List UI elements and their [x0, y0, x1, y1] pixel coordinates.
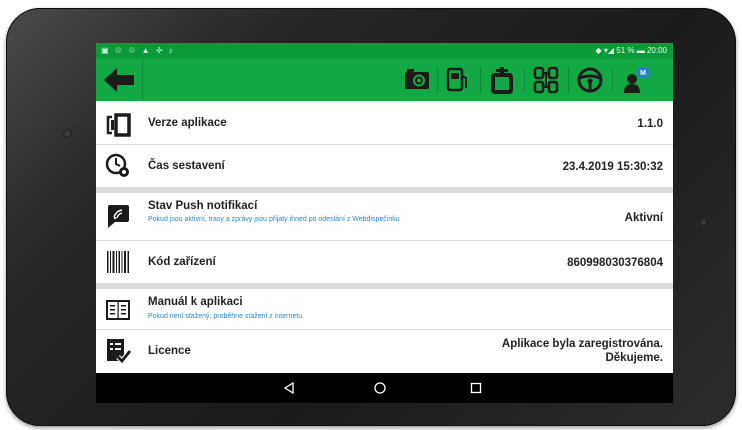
- wifi-icon: ◆ ▾◢: [595, 46, 615, 55]
- row-manual[interactable]: Manuál k aplikaci Pokud není stažený, pr…: [96, 289, 673, 329]
- nav-home-icon[interactable]: [373, 381, 387, 395]
- app-version-icon: [106, 113, 131, 137]
- build-time-value: 23.4.2019 15:30:32: [562, 161, 663, 173]
- licence-label: Licence: [148, 345, 191, 357]
- device-code-value: 860998030376804: [567, 257, 663, 269]
- nav-back-icon[interactable]: [282, 381, 296, 395]
- status-bar: ▣ ♲ ♲ ▲ ✢ ♪ ◆ ▾◢ 51 % ▬ 20:00: [96, 43, 673, 59]
- message-badge: M: [640, 70, 646, 77]
- row-device-code: Kód zařízení 860998030376804: [96, 241, 673, 283]
- manual-label: Manuál k aplikaci: [148, 296, 243, 308]
- nav-recents-icon[interactable]: [469, 381, 483, 395]
- appbar-sep: [437, 67, 438, 93]
- push-status-value: Aktivní: [624, 212, 663, 224]
- build-time-label: Čas sestavení: [148, 160, 225, 172]
- manual-book-icon: [106, 300, 130, 320]
- row-build-time: Čas sestavení 23.4.2019 15:30:32: [96, 145, 673, 187]
- sensor-dot: [701, 220, 706, 225]
- push-status-hint: Pokud jsou aktivní, trasy a zprávy jsou …: [148, 216, 400, 223]
- battery-text: 51 %: [616, 46, 635, 55]
- device-code-label: Kód zařízení: [148, 256, 216, 268]
- app-bar: M: [96, 59, 673, 101]
- camera-dot: [64, 130, 71, 137]
- dispatcher-message-icon[interactable]: M: [622, 66, 650, 94]
- fuel-icon[interactable]: [442, 66, 470, 94]
- appbar-sep: [568, 67, 569, 93]
- screen: ▣ ♲ ♲ ▲ ✢ ♪ ◆ ▾◢ 51 % ▬ 20:00 M Verze ap…: [96, 43, 673, 403]
- row-push-status: Stav Push notifikací Pokud jsou aktivní,…: [96, 193, 673, 240]
- steering-wheel-icon[interactable]: [576, 66, 604, 94]
- tires-icon[interactable]: [532, 66, 560, 94]
- info-list: Verze aplikace 1.1.0 Čas sestavení 23.4.…: [96, 101, 673, 373]
- camera-icon[interactable]: [403, 66, 431, 94]
- status-right: ◆ ▾◢ 51 % ▬ 20:00: [595, 46, 667, 55]
- push-status-label: Stav Push notifikací: [148, 200, 258, 212]
- push-notification-icon: [108, 205, 129, 228]
- appbar-sep: [480, 67, 481, 93]
- system-navigation-bar: [96, 373, 673, 403]
- manual-hint: Pokud není stažený, proběhne stažení z i…: [148, 313, 305, 320]
- battery-icon: ▬: [636, 46, 645, 55]
- row-licence: Licence Aplikace byla zaregistrována. Dě…: [96, 330, 673, 373]
- appbar-sep: [524, 67, 525, 93]
- app-version-value: 1.1.0: [637, 118, 663, 130]
- licence-value-line1: Aplikace byla zaregistrována.: [501, 338, 663, 350]
- app-version-label: Verze aplikace: [148, 117, 227, 129]
- tachograph-icon[interactable]: [488, 66, 516, 94]
- barcode-icon: [107, 251, 129, 273]
- notification-icons: ▣ ♲ ♲ ▲ ✢ ♪: [101, 46, 175, 55]
- appbar-divider: [142, 59, 143, 101]
- clock: 20:00: [646, 46, 667, 55]
- back-arrow-icon[interactable]: [104, 68, 134, 92]
- appbar-sep: [612, 67, 613, 93]
- clock-gear-icon: [105, 153, 129, 177]
- licence-value: Aplikace byla zaregistrována. Děkujeme.: [502, 337, 663, 365]
- row-app-version: Verze aplikace 1.1.0: [96, 103, 673, 144]
- licence-checklist-icon: [107, 339, 131, 364]
- licence-value-line2: Děkujeme.: [605, 352, 663, 364]
